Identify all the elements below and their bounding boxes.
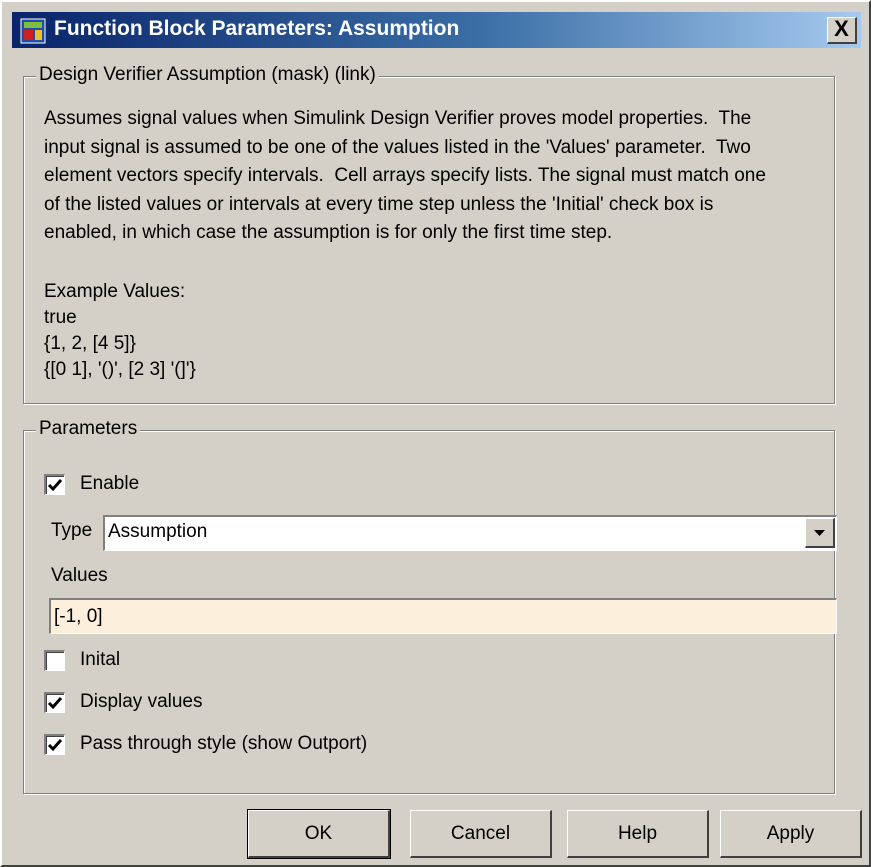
description-text: Assumes signal values when Simulink Desi… <box>44 105 844 248</box>
ok-button[interactable]: OK <box>247 809 391 859</box>
dropdown-button[interactable] <box>805 518 835 548</box>
example-value: true <box>44 307 77 328</box>
apply-button[interactable]: Apply <box>720 810 862 858</box>
display-values-label: Display values <box>80 691 203 712</box>
description-group: Design Verifier Assumption (mask) (link)… <box>23 64 835 404</box>
display-values-checkbox[interactable] <box>44 692 65 713</box>
pass-through-checkbox[interactable] <box>44 734 65 755</box>
help-button[interactable]: Help <box>567 810 709 858</box>
description-line: enabled, in which case the assumption is… <box>44 222 613 243</box>
example-value: {[0 1], '()', [2 3] '(]'} <box>44 359 196 380</box>
cancel-button[interactable]: Cancel <box>410 810 552 858</box>
description-line: input signal is assumed to be one of the… <box>44 136 751 158</box>
checkmark-icon <box>47 479 63 492</box>
window-title: Function Block Parameters: Assumption <box>54 17 460 40</box>
type-dropdown[interactable]: Assumption <box>103 515 837 551</box>
checkmark-icon <box>47 697 63 710</box>
example-value: {1, 2, [4 5]} <box>44 333 136 354</box>
description-line: Assumes signal values when Simulink Desi… <box>44 108 752 129</box>
description-line: element vectors specify intervals. Cell … <box>44 165 766 186</box>
title-bar[interactable]: Function Block Parameters: Assumption X <box>12 12 861 48</box>
initial-checkbox[interactable] <box>44 650 65 671</box>
description-line: of the listed values or intervals at eve… <box>44 193 714 215</box>
type-label: Type <box>51 520 93 541</box>
example-values-title: Example Values: <box>44 281 186 302</box>
enable-checkbox[interactable] <box>44 474 65 495</box>
example-values: Example Values: true {1, 2, [4 5]} {[0 1… <box>44 279 196 383</box>
dialog-window: Function Block Parameters: Assumption X … <box>0 0 871 867</box>
initial-label: Inital <box>80 649 121 670</box>
simulink-block-icon <box>20 18 46 44</box>
chevron-down-icon <box>814 530 825 536</box>
type-selected-value: Assumption <box>108 521 208 542</box>
checkmark-icon <box>47 739 63 752</box>
values-input[interactable] <box>49 598 837 634</box>
values-label: Values <box>51 565 108 586</box>
enable-label: Enable <box>80 473 140 494</box>
parameters-group-title: Parameters <box>36 418 141 440</box>
close-button[interactable]: X <box>827 17 857 44</box>
pass-through-label: Pass through style (show Outport) <box>80 733 368 754</box>
close-icon: X <box>834 16 849 41</box>
description-group-title: Design Verifier Assumption (mask) (link) <box>36 64 379 86</box>
parameters-group: Parameters Enable Type Assumption Values <box>23 418 837 794</box>
